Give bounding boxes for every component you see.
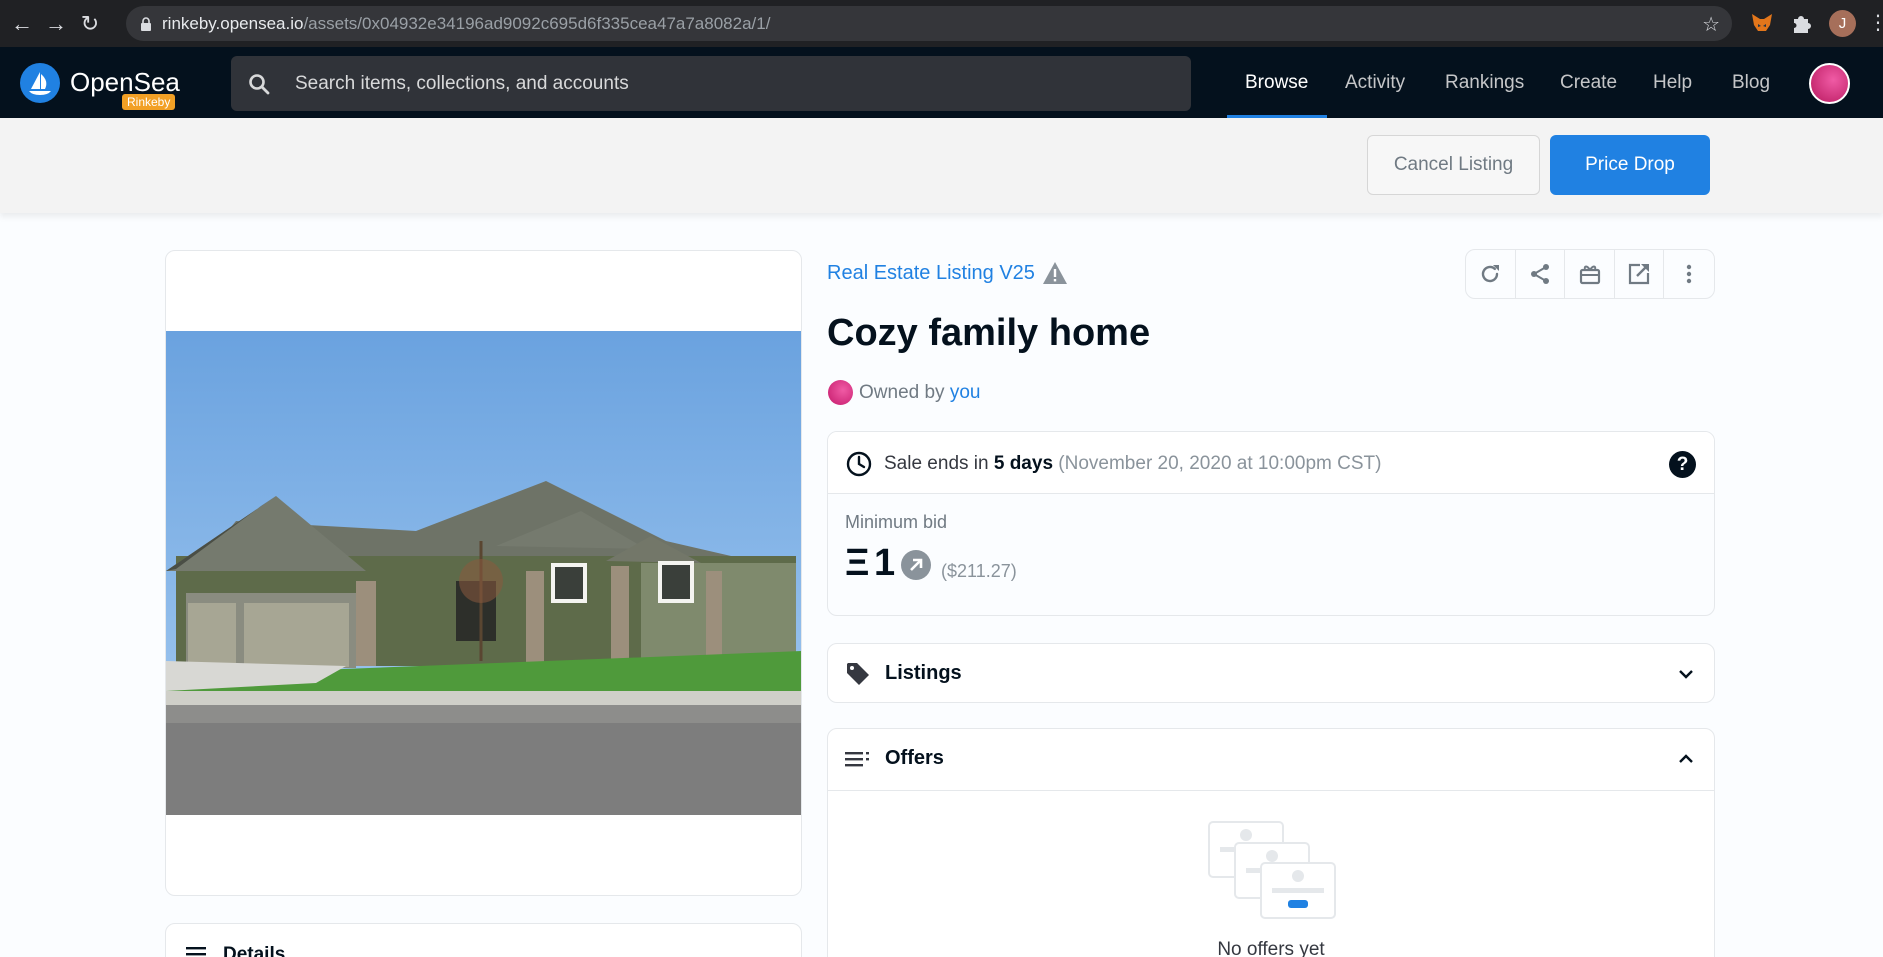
search-input[interactable] — [295, 56, 1175, 111]
price-arrow-icon[interactable] — [901, 550, 931, 580]
more-vertical-icon — [1687, 264, 1692, 284]
asset-title: Cozy family home — [827, 312, 1151, 354]
nav-blog[interactable]: Blog — [1732, 47, 1770, 118]
owner-avatar[interactable] — [828, 380, 853, 405]
clock-icon — [846, 451, 872, 477]
listings-panel[interactable]: Listings — [827, 643, 1715, 703]
lock-icon — [141, 16, 151, 31]
chrome-menu-icon[interactable]: ⋮ — [1868, 10, 1883, 35]
tag-icon — [847, 663, 869, 685]
chevron-up-icon[interactable] — [1676, 749, 1696, 769]
owner-action-bar: Cancel Listing Price Drop — [0, 118, 1883, 213]
nav-browse[interactable]: Browse — [1245, 47, 1308, 118]
house-photo[interactable] — [166, 331, 802, 815]
sale-panel: Sale ends in 5 days (November 20, 2020 a… — [827, 431, 1715, 616]
nav-help[interactable]: Help — [1653, 47, 1692, 118]
transfer-button[interactable] — [1565, 250, 1615, 298]
forward-arrow-icon[interactable]: → — [44, 11, 68, 36]
extensions-puzzle-icon[interactable] — [1789, 10, 1815, 36]
asset-image-panel — [165, 250, 802, 896]
open-external-button[interactable] — [1615, 250, 1665, 298]
bid-amount: 1 — [874, 542, 896, 584]
profile-avatar[interactable]: J — [1829, 10, 1856, 37]
browser-toolbar: ← → ↻ rinkeby.opensea.io/assets/0x04932e… — [0, 0, 1883, 47]
owned-by: Owned by you — [859, 382, 981, 403]
no-offers-text: No offers yet — [1217, 939, 1325, 957]
list-lines-icon — [845, 752, 869, 767]
listings-label: Listings — [885, 662, 962, 684]
share-icon — [1530, 264, 1549, 284]
nav-rankings[interactable]: Rankings — [1445, 47, 1524, 118]
price-drop-button[interactable]: Price Drop — [1550, 135, 1710, 195]
external-link-icon — [1629, 263, 1650, 285]
minimum-bid-label: Minimum bid — [845, 512, 948, 532]
more-options-button[interactable] — [1664, 250, 1714, 298]
address-bar[interactable]: rinkeby.opensea.io/assets/0x04932e34196a… — [126, 6, 1732, 41]
account-avatar[interactable] — [1809, 63, 1850, 104]
help-question-icon[interactable]: ? — [1669, 451, 1696, 478]
collection-link[interactable]: Real Estate Listing V25 — [827, 262, 1035, 285]
site-header: OpenSea Rinkeby Browse Activity Rankings… — [0, 47, 1883, 118]
offers-label: Offers — [885, 747, 944, 769]
network-badge: Rinkeby — [122, 94, 176, 110]
offers-header[interactable]: Offers — [828, 729, 1714, 791]
refresh-button[interactable] — [1466, 250, 1516, 298]
details-panel[interactable]: Details — [165, 923, 802, 957]
search-icon — [249, 74, 270, 95]
details-label: Details — [223, 944, 286, 957]
cancel-listing-button[interactable]: Cancel Listing — [1367, 135, 1540, 195]
refresh-icon — [1482, 265, 1500, 283]
list-lines-icon — [186, 947, 206, 956]
empty-offers-illustration-icon — [1208, 821, 1336, 919]
nav-activity[interactable]: Activity — [1345, 47, 1405, 118]
gift-icon — [1579, 265, 1600, 285]
usd-value: ($211.27) — [941, 561, 1017, 581]
bookmark-star-icon[interactable]: ☆ — [1702, 12, 1720, 37]
nav-create[interactable]: Create — [1560, 47, 1617, 118]
opensea-logo-icon[interactable] — [20, 63, 60, 103]
reload-icon[interactable]: ↻ — [78, 11, 102, 36]
sale-timer: Sale ends in 5 days (November 20, 2020 a… — [828, 432, 1714, 494]
owner-link[interactable]: you — [950, 382, 981, 403]
asset-toolbar — [1465, 249, 1715, 299]
chevron-down-icon[interactable] — [1676, 664, 1696, 684]
search-bar — [231, 56, 1191, 111]
warning-icon[interactable] — [1042, 261, 1068, 285]
share-button[interactable] — [1516, 250, 1566, 298]
back-arrow-icon[interactable]: ← — [10, 11, 34, 36]
metamask-fox-icon[interactable] — [1749, 10, 1775, 36]
sale-ends-text: Sale ends in 5 days (November 20, 2020 a… — [884, 453, 1382, 474]
url-text: rinkeby.opensea.io/assets/0x04932e34196a… — [162, 13, 771, 33]
eth-symbol: Ξ — [845, 542, 870, 584]
offers-panel: Offers No offers yet — [827, 728, 1715, 957]
